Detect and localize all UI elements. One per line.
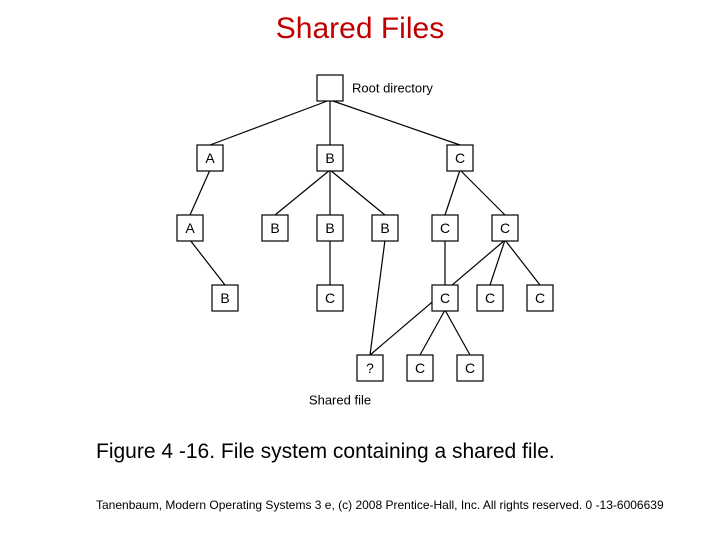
tree-diagram: Root directory A B C A B B B C C B C C C…: [0, 60, 720, 420]
node-shared: ?: [366, 360, 374, 376]
page-title: Shared Files: [0, 0, 720, 46]
root-label: Root directory: [352, 81, 433, 96]
node-C4a: C: [415, 360, 425, 376]
node-C4b: C: [465, 360, 475, 376]
node-B2c: B: [380, 220, 389, 236]
node-C2a: C: [440, 220, 450, 236]
node-A1: A: [205, 150, 215, 166]
credit-line: Tanenbaum, Modern Operating Systems 3 e,…: [0, 498, 720, 512]
node-C3e: C: [485, 290, 495, 306]
node-B1: B: [325, 150, 334, 166]
node-B2a: B: [270, 220, 279, 236]
shared-label: Shared file: [309, 393, 371, 408]
node-B3: B: [220, 290, 229, 306]
figure-caption: Figure 4 -16. File system containing a s…: [0, 440, 720, 464]
node-C2b: C: [500, 220, 510, 236]
node-B2b: B: [325, 220, 334, 236]
node-C3f: C: [535, 290, 545, 306]
node-A2: A: [185, 220, 195, 236]
node-C3d: C: [440, 290, 450, 306]
node-C3b: C: [325, 290, 335, 306]
node-C1: C: [455, 150, 465, 166]
